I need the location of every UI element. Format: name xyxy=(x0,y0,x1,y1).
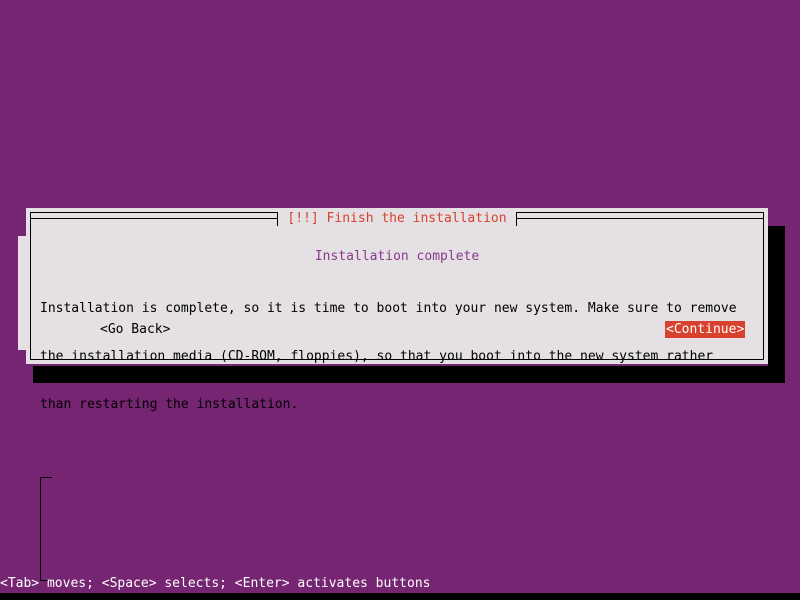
paragraph-line: the installation media (CD-ROM, floppies… xyxy=(40,349,714,364)
dialog-shadow-right xyxy=(768,226,785,366)
dialog-heading: Installation complete xyxy=(314,249,480,264)
paragraph-line: Installation is complete, so it is time … xyxy=(40,301,737,316)
paragraph-line: than restarting the installation. xyxy=(40,397,299,412)
dialog-button-row: <Go Back> <Continue> xyxy=(31,321,763,339)
finish-installation-dialog: [!!] Finish the installation Installatio… xyxy=(26,208,768,412)
installer-screen: [!!] Finish the installation Installatio… xyxy=(0,0,800,600)
go-back-button[interactable]: <Go Back> xyxy=(99,321,171,338)
dialog-paragraph: Installation is complete, so it is time … xyxy=(31,269,763,445)
continue-button[interactable]: <Continue> xyxy=(665,321,746,338)
background-dialog-frame xyxy=(40,477,52,581)
status-bar-help-text: <Tab> moves; <Space> selects; <Enter> ac… xyxy=(0,576,431,591)
bottom-black-strip xyxy=(0,593,800,600)
